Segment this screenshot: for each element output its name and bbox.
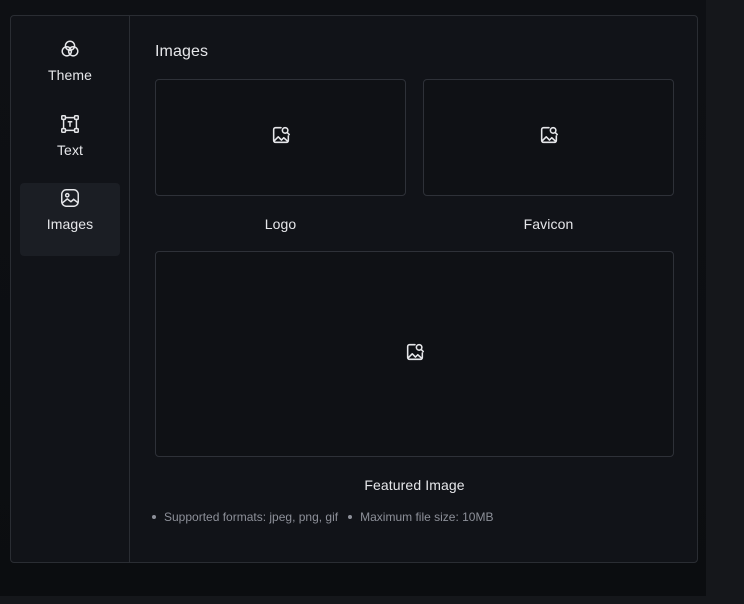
note-item: Maximum file size: 10MB <box>348 510 493 524</box>
settings-panel: Theme Text Images Images Logo Favicon Fe… <box>10 15 698 563</box>
sidebar-item-theme[interactable]: Theme <box>20 34 120 107</box>
upload-notes: Supported formats: jpeg, png, gif Maximu… <box>152 510 503 524</box>
note-item: Supported formats: jpeg, png, gif <box>152 510 338 524</box>
sidebar-item-label: Theme <box>47 67 93 83</box>
sidebar-item-text[interactable]: Text <box>20 109 120 182</box>
featured-image-caption: Featured Image <box>364 477 465 493</box>
featured-image-upload-dropzone[interactable] <box>155 251 674 457</box>
favicon-upload-dropzone[interactable] <box>423 79 674 196</box>
logo-caption: Logo <box>264 216 297 232</box>
app-background: Theme Text Images Images Logo Favicon Fe… <box>0 0 744 604</box>
sidebar-item-label: Text <box>56 142 84 158</box>
section-title: Images <box>155 43 209 60</box>
theme-circles-icon <box>58 37 82 61</box>
image-icon <box>58 186 82 210</box>
sidebar-item-images[interactable]: Images <box>20 183 120 256</box>
logo-upload-dropzone[interactable] <box>155 79 406 196</box>
sidebar: Theme Text Images <box>11 16 130 562</box>
sidebar-item-label: Images <box>46 216 94 232</box>
window-edge-bottom <box>0 596 744 604</box>
note-max-size: Maximum file size: 10MB <box>360 510 494 524</box>
text-frame-icon <box>58 112 82 136</box>
favicon-caption: Favicon <box>523 216 574 232</box>
image-search-icon <box>404 341 426 368</box>
note-formats: Supported formats: jpeg, png, gif <box>164 510 339 524</box>
bullet-icon <box>348 515 353 519</box>
window-edge-right <box>706 0 744 604</box>
images-content: Images Logo Favicon Featured Image Suppo… <box>130 16 697 562</box>
bullet-icon <box>152 515 156 519</box>
image-search-icon <box>538 124 560 151</box>
image-search-icon <box>270 124 292 151</box>
